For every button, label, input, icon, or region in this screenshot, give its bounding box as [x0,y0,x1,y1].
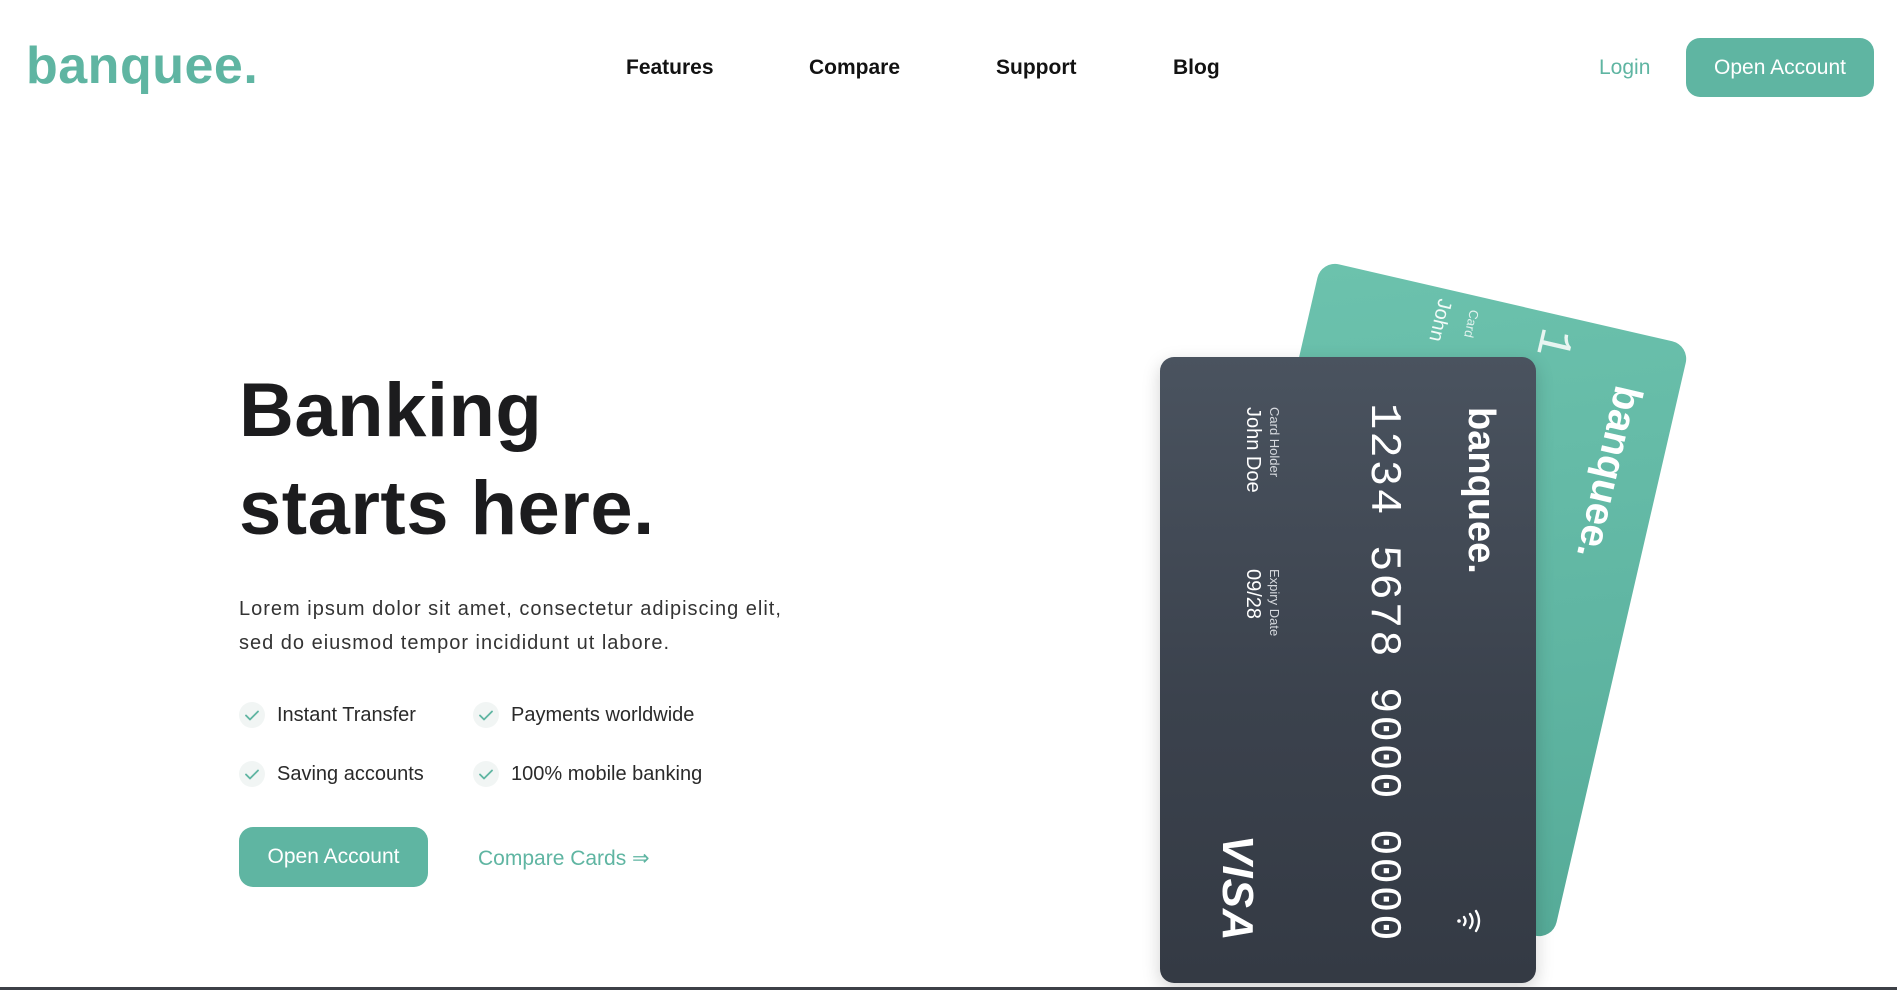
expiry-date-label: Expiry Date [1267,569,1282,637]
feature-label: Saving accounts [277,762,424,785]
hero-description-line: Lorem ipsum dolor sit amet, consectetur … [239,598,782,620]
header-open-account-button[interactable]: Open Account [1686,38,1874,97]
check-icon [473,761,499,787]
front-card-brand: banquee. [1460,407,1502,574]
front-card: banquee. 1234 5678 9000 0000 Card Holder… [1160,357,1536,983]
back-card-holder-label: Card [1461,308,1482,340]
feature-label: 100% mobile banking [511,762,703,785]
visa-logo: VISA [1213,835,1262,942]
feature-item: Instant Transfer [239,700,416,730]
nav-item-blog[interactable]: Blog [1173,56,1220,80]
nav-item-compare[interactable]: Compare [809,56,900,80]
check-icon [473,702,499,728]
hero-title: Banking starts here. [239,362,655,558]
contactless-icon [1445,903,1486,939]
compare-cards-link[interactable]: Compare Cards ⇒ [478,846,650,871]
hero-title-line: Banking [239,368,543,453]
nav-item-support[interactable]: Support [996,56,1076,80]
feature-item: Saving accounts [239,759,424,789]
card-holder-label: Card Holder [1267,407,1282,478]
nav-item-features[interactable]: Features [626,56,714,80]
feature-item: Payments worldwide [473,700,694,730]
hero-open-account-button[interactable]: Open Account [239,827,428,887]
front-card-number: 1234 5678 9000 0000 [1358,403,1408,943]
feature-list: Instant Transfer Payments worldwide Savi… [239,700,799,810]
check-icon [239,761,265,787]
feature-item: 100% mobile banking [473,759,702,789]
hero-description-line: sed do eiusmod tempor incididunt ut labo… [239,632,671,654]
hero-description: Lorem ipsum dolor sit amet, consectetur … [239,592,859,660]
hero-title-line: starts here. [239,466,655,551]
feature-label: Instant Transfer [277,703,416,726]
card-holder-name: John Doe [1242,407,1264,493]
expiry-date-value: 09/28 [1242,569,1264,620]
feature-label: Payments worldwide [511,703,695,726]
login-link[interactable]: Login [1599,56,1650,80]
back-card-holder-name: John [1424,296,1456,344]
check-icon [239,702,265,728]
back-card-brand: banquee. [1567,381,1651,563]
